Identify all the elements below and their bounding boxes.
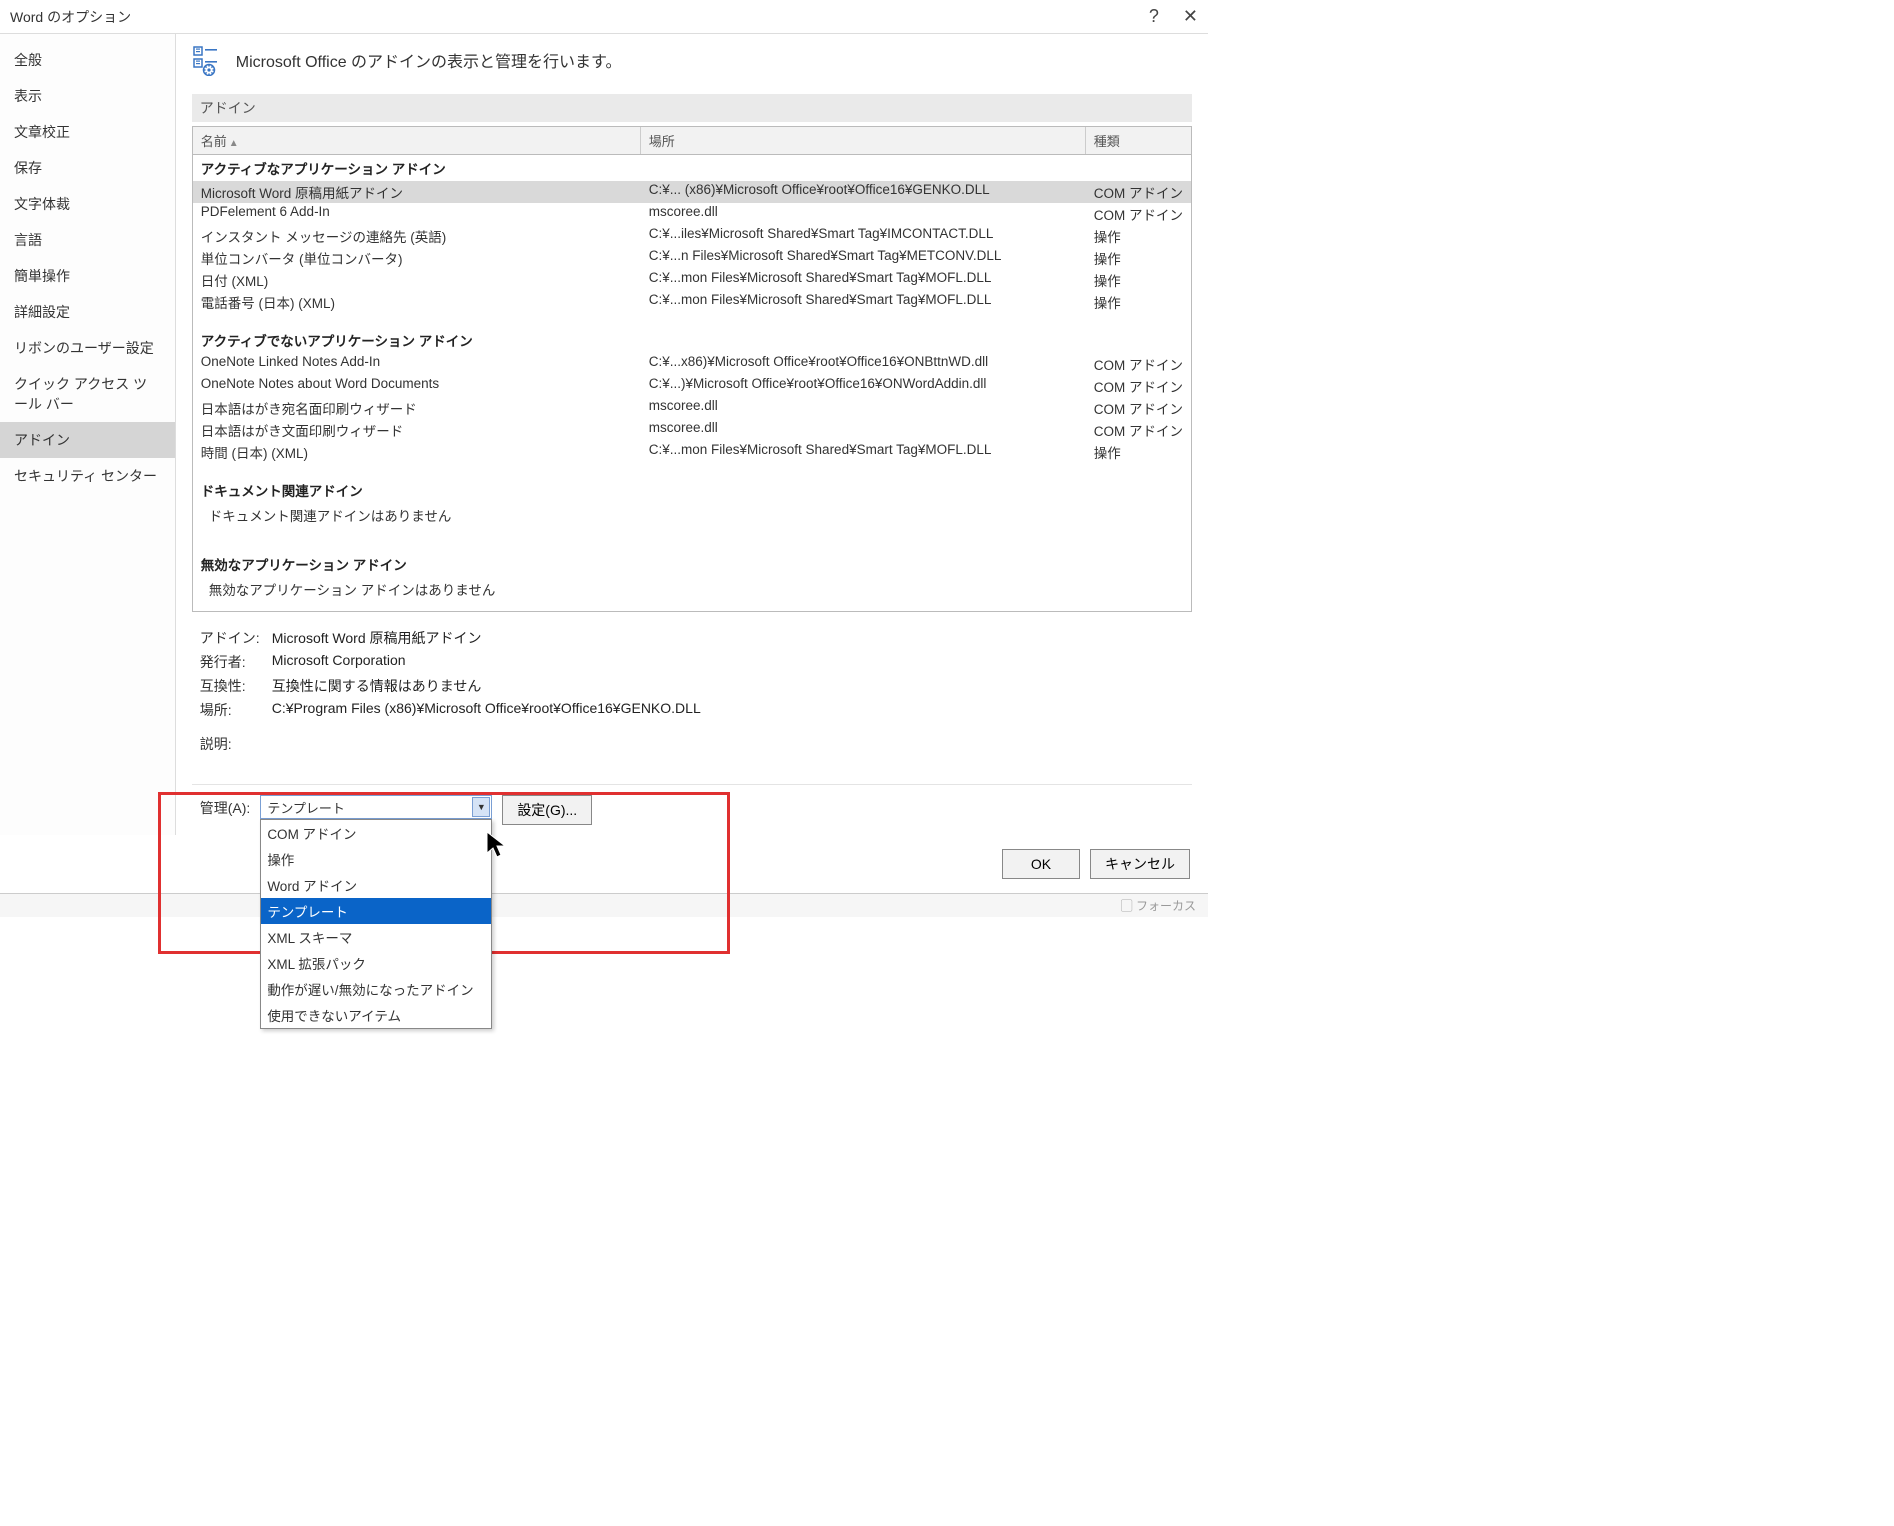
sort-asc-icon: ▲ xyxy=(229,138,239,149)
focus-indicator: ▢ フォーカス xyxy=(1121,897,1196,914)
addins-icon xyxy=(192,44,224,76)
detail-label-compat: 互換性: xyxy=(200,676,272,696)
dropdown-option[interactable]: Word アドイン xyxy=(261,872,491,898)
detail-value-addin: Microsoft Word 原稿用紙アドイン xyxy=(272,628,1184,648)
dropdown-option[interactable]: テンプレート xyxy=(261,898,491,924)
content-pane: Microsoft Office のアドインの表示と管理を行います。 アドイン … xyxy=(176,34,1208,835)
table-row[interactable]: 単位コンバータ (単位コンバータ)C:¥...n Files¥Microsoft… xyxy=(193,247,1191,269)
detail-label-description: 説明: xyxy=(200,734,272,754)
table-row[interactable]: PDFelement 6 Add-Inmscoree.dllCOM アドイン xyxy=(193,203,1191,225)
table-header: 名前▲ 場所 種類 xyxy=(193,127,1191,155)
addin-table: 名前▲ 場所 種類 アクティブなアプリケーション アドインMicrosoft W… xyxy=(192,126,1192,612)
manage-label: 管理(A): xyxy=(200,795,251,818)
dropdown-option[interactable]: XML 拡張パック xyxy=(261,950,491,976)
col-type[interactable]: 種類 xyxy=(1086,127,1191,154)
table-group-header: アクティブなアプリケーション アドイン xyxy=(193,155,1191,181)
sidebar-item[interactable]: 文章校正 xyxy=(0,114,175,150)
sidebar-item[interactable]: 全般 xyxy=(0,42,175,78)
detail-block: アドイン:Microsoft Word 原稿用紙アドイン 発行者:Microso… xyxy=(192,622,1192,766)
footer-buttons: OK キャンセル xyxy=(0,835,1208,893)
sidebar-item[interactable]: セキュリティ センター xyxy=(0,458,175,494)
sidebar-item[interactable]: クイック アクセス ツール バー xyxy=(0,366,175,422)
table-empty-message: 無効なアプリケーション アドインはありません xyxy=(193,577,1191,611)
detail-value-compat: 互換性に関する情報はありません xyxy=(272,676,1184,696)
detail-value-location: C:¥Program Files (x86)¥Microsoft Office¥… xyxy=(272,700,1184,720)
table-row[interactable]: OneNote Notes about Word DocumentsC:¥...… xyxy=(193,375,1191,397)
cancel-button[interactable]: キャンセル xyxy=(1090,849,1190,879)
detail-label-addin: アドイン: xyxy=(200,628,272,648)
detail-value-description xyxy=(272,734,1184,754)
table-row[interactable]: 電話番号 (日本) (XML)C:¥...mon Files¥Microsoft… xyxy=(193,291,1191,313)
col-location[interactable]: 場所 xyxy=(641,127,1086,154)
sidebar-item[interactable]: 詳細設定 xyxy=(0,294,175,330)
content-header-title: Microsoft Office のアドインの表示と管理を行います。 xyxy=(236,48,622,72)
table-row[interactable]: インスタント メッセージの連絡先 (英語)C:¥...iles¥Microsof… xyxy=(193,225,1191,247)
dropdown-option[interactable]: XML スキーマ xyxy=(261,924,491,950)
manage-combo-value: テンプレート xyxy=(267,798,345,817)
table-empty-message: ドキュメント関連アドインはありません xyxy=(193,503,1191,537)
detail-label-location: 場所: xyxy=(200,700,272,720)
table-body: アクティブなアプリケーション アドインMicrosoft Word 原稿用紙アド… xyxy=(193,155,1191,611)
sidebar-item[interactable]: 言語 xyxy=(0,222,175,258)
manage-row: 管理(A): テンプレート ▼ COM アドイン操作Word アドインテンプレー… xyxy=(192,784,1192,835)
manage-go-button[interactable]: 設定(G)... xyxy=(502,795,592,825)
detail-value-publisher: Microsoft Corporation xyxy=(272,652,1184,672)
window-title: Word のオプション xyxy=(10,7,131,27)
titlebar-actions: ? ✕ xyxy=(1149,6,1198,27)
sidebar-item[interactable]: リボンのユーザー設定 xyxy=(0,330,175,366)
sidebar-item[interactable]: 保存 xyxy=(0,150,175,186)
table-row[interactable]: 日本語はがき文面印刷ウィザードmscoree.dllCOM アドイン xyxy=(193,419,1191,441)
dropdown-option[interactable]: 操作 xyxy=(261,846,491,872)
detail-label-publisher: 発行者: xyxy=(200,652,272,672)
table-group-header: ドキュメント関連アドイン xyxy=(193,477,1191,503)
manage-combo[interactable]: テンプレート ▼ COM アドイン操作Word アドインテンプレートXML スキ… xyxy=(260,795,492,819)
dropdown-option[interactable]: 使用できないアイテム xyxy=(261,1002,491,1028)
chevron-down-icon[interactable]: ▼ xyxy=(472,797,490,817)
col-name[interactable]: 名前▲ xyxy=(193,127,641,154)
table-group-header: 無効なアプリケーション アドイン xyxy=(193,551,1191,577)
sidebar-item[interactable]: 表示 xyxy=(0,78,175,114)
sidebar-item[interactable]: アドイン xyxy=(0,422,175,458)
section-label: アドイン xyxy=(192,94,1192,122)
dropdown-option[interactable]: COM アドイン xyxy=(261,820,491,846)
table-group-header: アクティブでないアプリケーション アドイン xyxy=(193,327,1191,353)
close-icon[interactable]: ✕ xyxy=(1183,6,1198,27)
help-icon[interactable]: ? xyxy=(1149,6,1159,27)
table-row[interactable]: OneNote Linked Notes Add-InC:¥...x86)¥Mi… xyxy=(193,353,1191,375)
sidebar-item[interactable]: 簡単操作 xyxy=(0,258,175,294)
sidebar: 全般表示文章校正保存文字体裁言語簡単操作詳細設定リボンのユーザー設定クイック ア… xyxy=(0,34,176,835)
table-row[interactable]: 日付 (XML)C:¥...mon Files¥Microsoft Shared… xyxy=(193,269,1191,291)
table-row[interactable]: 時間 (日本) (XML)C:¥...mon Files¥Microsoft S… xyxy=(193,441,1191,463)
dropdown-option[interactable]: 動作が遅い/無効になったアドイン xyxy=(261,976,491,1002)
ok-button[interactable]: OK xyxy=(1002,849,1080,879)
content-header: Microsoft Office のアドインの表示と管理を行います。 xyxy=(192,44,1192,76)
sidebar-item[interactable]: 文字体裁 xyxy=(0,186,175,222)
manage-dropdown[interactable]: COM アドイン操作Word アドインテンプレートXML スキーマXML 拡張パ… xyxy=(260,819,492,1029)
table-row[interactable]: Microsoft Word 原稿用紙アドインC:¥... (x86)¥Micr… xyxy=(193,181,1191,203)
status-bar: ▢ フォーカス xyxy=(0,893,1208,917)
titlebar: Word のオプション ? ✕ xyxy=(0,0,1208,34)
table-row[interactable]: 日本語はがき宛名面印刷ウィザードmscoree.dllCOM アドイン xyxy=(193,397,1191,419)
